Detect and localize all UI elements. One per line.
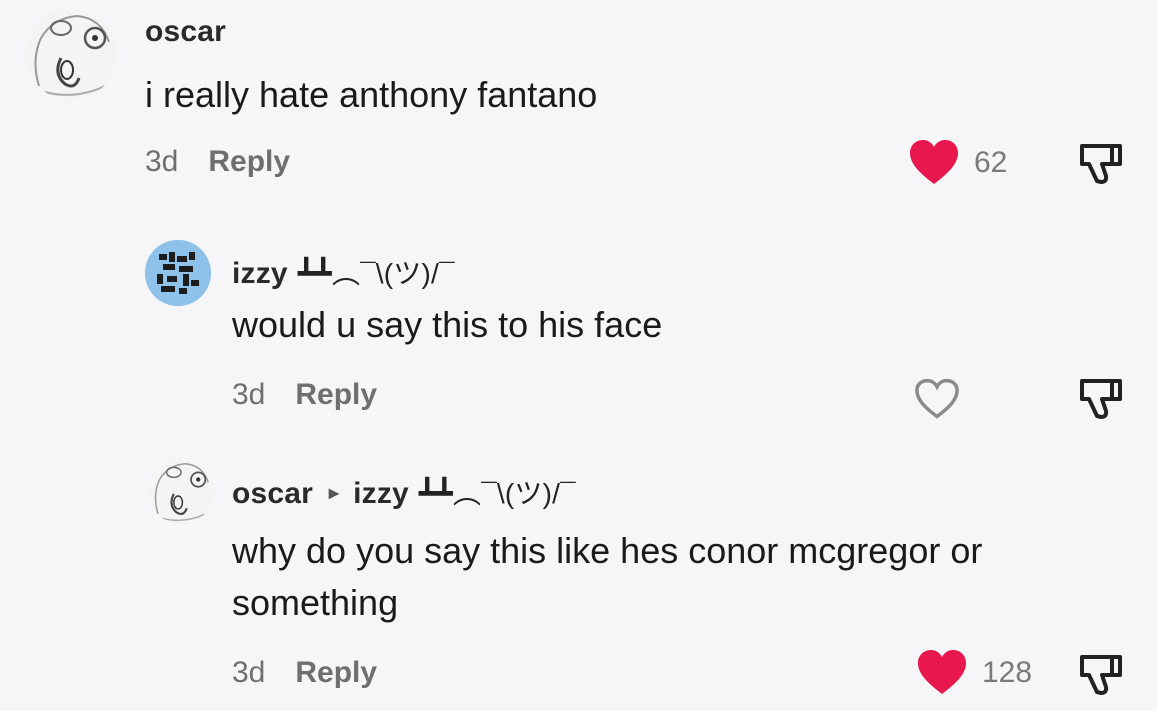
like-count: 62 [974,146,1008,179]
comment-text-line-2: something [232,582,399,623]
pixel-avatar-icon [145,240,211,306]
avatar[interactable] [25,8,117,100]
reply-to-kaomoji: ┻┻︵¯\(ツ)/¯ [418,478,576,509]
heart-filled-icon[interactable] [916,649,968,697]
timestamp: 3d [232,378,266,411]
avatar[interactable] [148,458,214,524]
username-kaomoji: ┻┻︵¯\(ツ)/¯ [297,258,455,289]
username[interactable]: izzy ┻┻︵¯\(ツ)/¯ [232,252,455,292]
comment-meta: 3d Reply [232,378,377,412]
reply-arrow-icon: ► [325,483,344,503]
comment-text: i really hate anthony fantano [145,74,598,115]
comment-meta: 3d Reply [145,145,290,179]
avatar[interactable] [145,240,211,306]
heart-filled-icon[interactable] [908,139,960,187]
timestamp: 3d [145,145,179,178]
comment-text-line-1: why do you say this like hes conor mcgre… [232,530,983,571]
username[interactable]: oscar ► izzy ┻┻︵¯\(ツ)/¯ [232,472,576,512]
like-count: 128 [982,656,1033,689]
comment-meta: 3d Reply [232,656,377,690]
reply-button[interactable]: Reply [208,145,290,178]
username[interactable]: oscar [145,15,226,49]
thumbs-down-icon[interactable] [1078,375,1124,421]
reply-to-username[interactable]: izzy [353,477,409,510]
username-text[interactable]: oscar [145,15,226,48]
username-text[interactable]: izzy [232,257,288,290]
reply-button[interactable]: Reply [295,656,377,689]
like-area: 128 [916,648,1032,698]
comment-text: would u say this to his face [232,304,663,345]
timestamp: 3d [232,656,266,689]
sketch-face-avatar-icon [25,8,117,100]
username-text[interactable]: oscar [232,477,313,510]
thumbs-down-icon[interactable] [1078,140,1124,186]
like-area: 62 [908,138,1007,188]
sketch-face-avatar-icon [148,458,214,524]
heart-outline-icon[interactable] [914,378,960,420]
like-area [914,374,974,424]
reply-button[interactable]: Reply [295,378,377,411]
thumbs-down-icon[interactable] [1078,651,1124,697]
